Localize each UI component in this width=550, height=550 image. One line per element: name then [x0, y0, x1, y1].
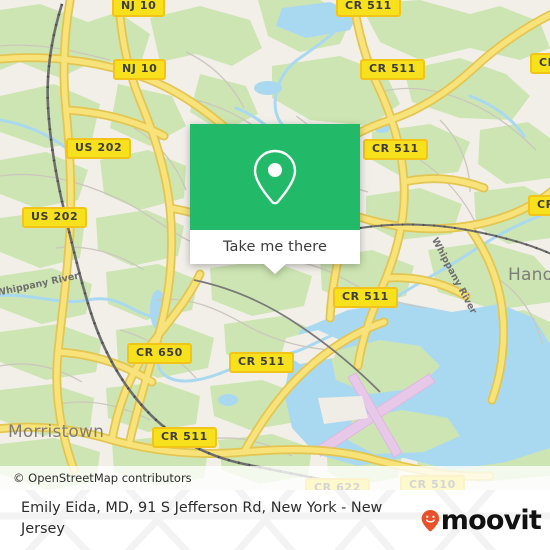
map-canvas[interactable]: Morristown Hanov Whippany River Whippany… — [0, 0, 550, 490]
take-me-there-label: Take me there — [222, 239, 328, 255]
road-shield-cr-511-right: CR 511 — [528, 195, 550, 216]
road-shield-nj-10-top: NJ 10 — [112, 0, 166, 17]
callout-pin-panel — [190, 124, 360, 230]
road-shield-cr-511-lower: CR 511 — [229, 352, 294, 373]
page-title: Emily Eida, MD, 91 S Jefferson Rd, New Y… — [21, 500, 383, 537]
map-pin-icon — [253, 149, 297, 205]
road-shield-cr-650: CR 650 — [127, 343, 192, 364]
road-shield-cr-511-center: CR 511 — [333, 287, 398, 308]
road-shield-cr-511-top: CR 511 — [336, 0, 401, 17]
road-shield-us-202-upper: US 202 — [66, 138, 132, 159]
screenshot-root: Morristown Hanov Whippany River Whippany… — [0, 0, 550, 550]
map-attribution-bar: © OpenStreetMap contributors — [0, 466, 550, 490]
location-callout-card[interactable]: Take me there — [190, 124, 360, 274]
moovit-smiley-pin-icon — [421, 509, 440, 532]
callout-tail-pointer — [264, 264, 286, 274]
moovit-wordmark: moovit — [440, 505, 542, 536]
openstreetmap-attribution[interactable]: © OpenStreetMap contributors — [0, 471, 192, 485]
road-shield-cr-511-bottom: CR 511 — [152, 427, 217, 448]
road-shield-cr-511-upper: CR 511 — [360, 59, 425, 80]
road-shield-us-202-lower: US 202 — [22, 207, 88, 228]
road-shield-cr-511-mid: CR 511 — [363, 139, 428, 160]
road-shield-nj-10: NJ 10 — [113, 59, 167, 80]
callout-action-bar[interactable]: Take me there — [190, 230, 360, 264]
moovit-logo[interactable]: moovit — [421, 504, 542, 537]
road-shield-cr-right-edge: CR — [530, 53, 550, 74]
